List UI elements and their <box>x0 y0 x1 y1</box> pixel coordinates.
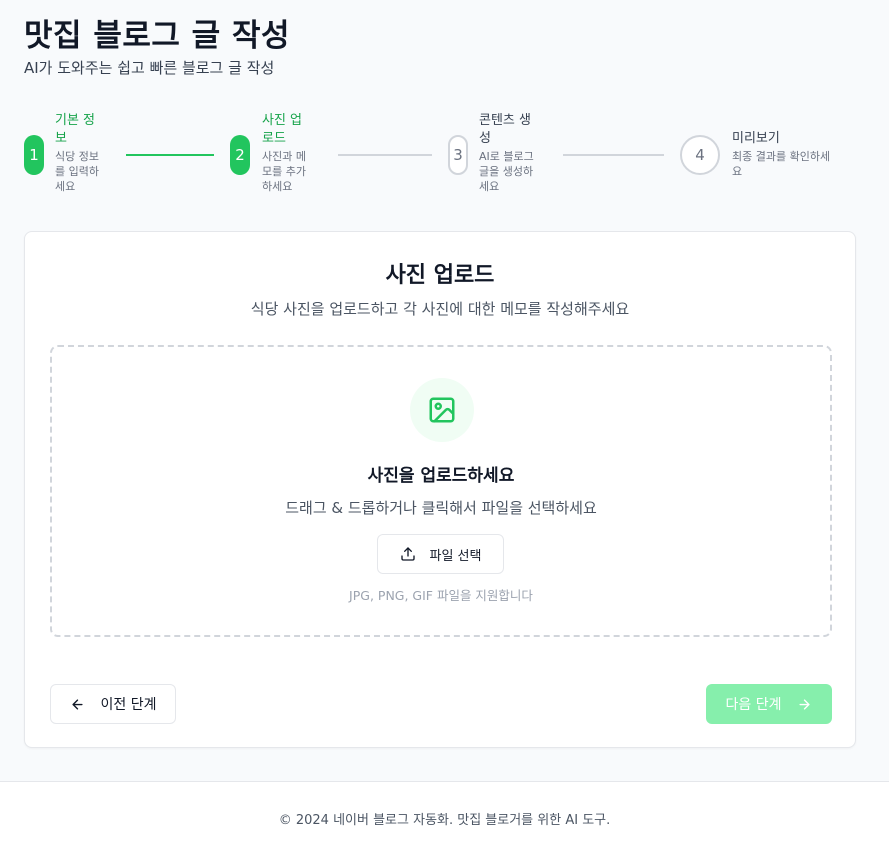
progress-stepper: 1 기본 정 보 식당 정보 를 입력하 세요 2 사진 업 로드 사진과 메 … <box>24 112 856 204</box>
dropzone-title: 사진을 업로드하세요 <box>367 466 515 486</box>
next-step-button[interactable]: 다음 단계 <box>706 684 832 724</box>
step-title: 사진 업 로드 <box>262 113 303 146</box>
arrow-right-icon <box>799 698 811 710</box>
previous-step-label: 이전 단계 <box>100 697 157 713</box>
step-number-badge: 4 <box>680 135 720 175</box>
footer-copyright: © 2024 네이버 블로그 자동화. 맛집 블로거를 위한 AI 도구. <box>278 813 611 828</box>
arrow-left-icon <box>71 698 83 710</box>
previous-step-button[interactable]: 이전 단계 <box>50 684 176 724</box>
step-description: AI로 블로그 글을 생성하 세요 <box>479 150 534 193</box>
dropzone-description: 드래그 & 드롭하거나 클릭해서 파일을 선택하세요 <box>285 499 597 517</box>
step-number-badge: 1 <box>24 135 44 175</box>
step-connector <box>563 154 664 156</box>
page-subtitle: AI가 도와주는 쉽고 빠른 블로그 글 작성 <box>24 59 275 77</box>
footer: © 2024 네이버 블로그 자동화. 맛집 블로거를 위한 AI 도구. <box>0 781 889 846</box>
step-title: 기본 정 보 <box>55 113 96 146</box>
image-icon <box>429 397 455 423</box>
step-number-badge: 3 <box>448 135 468 175</box>
next-step-label: 다음 단계 <box>725 697 782 713</box>
select-file-button[interactable]: 파일 선택 <box>377 534 504 574</box>
photo-dropzone[interactable]: 사진을 업로드하세요 드래그 & 드롭하거나 클릭해서 파일을 선택하세요 파일… <box>50 345 832 637</box>
step-connector <box>338 154 432 156</box>
step-title: 콘텐츠 생 성 <box>479 113 531 146</box>
photo-upload-card: 사진 업로드 식당 사진을 업로드하고 각 사진에 대한 메모를 작성해주세요 … <box>24 231 856 748</box>
image-icon-badge <box>410 378 474 442</box>
step-title: 미리보기 <box>732 131 780 146</box>
page-title: 맛집 블로그 글 작성 <box>24 18 291 54</box>
card-title: 사진 업로드 <box>385 263 495 288</box>
step-number-badge: 2 <box>230 135 250 175</box>
step-description: 사진과 메 모를 추가 하세요 <box>262 150 306 193</box>
upload-icon <box>400 547 415 561</box>
supported-formats-note: JPG, PNG, GIF 파일을 지원합니다 <box>349 588 533 603</box>
step-description: 식당 정보 를 입력하 세요 <box>55 150 99 193</box>
select-file-label: 파일 선택 <box>429 548 482 564</box>
card-subtitle: 식당 사진을 업로드하고 각 사진에 대한 메모를 작성해주세요 <box>250 300 630 318</box>
step-description: 최종 결과를 확인하세 요 <box>732 150 831 178</box>
step-connector <box>126 154 214 156</box>
